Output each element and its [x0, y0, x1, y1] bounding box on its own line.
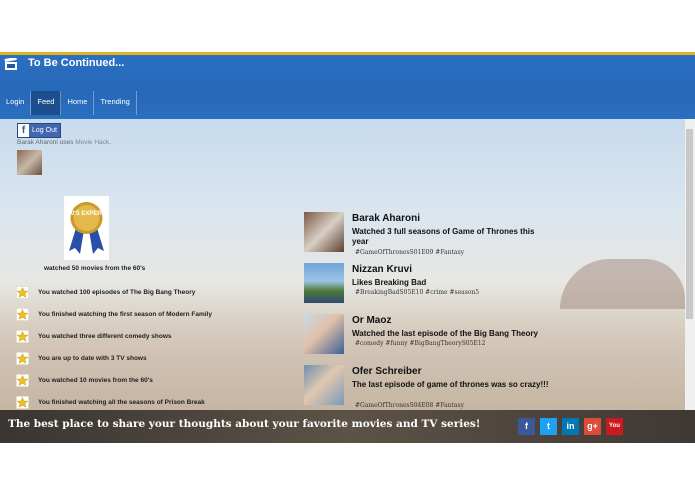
clapperboard-icon: [4, 58, 17, 70]
logout-label: Log Out: [32, 127, 57, 134]
star-icon: [16, 307, 29, 321]
achievement-item: You watched 100 episodes of The Big Bang…: [16, 281, 212, 303]
post-text: Likes Breaking Bad: [352, 278, 427, 287]
achievement-text: You are up to date with 3 TV shows: [38, 354, 147, 362]
achievement-list: You watched 100 episodes of The Big Bang…: [16, 281, 212, 410]
googleplus-icon[interactable]: g+: [584, 418, 601, 435]
star-icon: [16, 373, 29, 387]
badge-caption: watched 50 movies from the 60's: [44, 265, 146, 272]
achievement-item: You are up to date with 3 TV shows: [16, 347, 212, 369]
achievement-item: You watched three different comedy shows: [16, 325, 212, 347]
post-text: The last episode of game of thrones was …: [352, 380, 549, 389]
nav-home[interactable]: Home: [61, 91, 95, 115]
post-tags[interactable]: #GameOfThronesS01E09 #Fantasy: [355, 249, 464, 256]
achievement-text: You finished watching all the seasons of…: [38, 398, 205, 406]
achievement-item: You finished watching all the seasons of…: [16, 391, 212, 410]
post-avatar[interactable]: [304, 365, 344, 405]
post-author[interactable]: Nizzan Kruvi: [352, 264, 412, 275]
main-content: f Log Out Barak Aharoni uses Movie Hack.…: [0, 119, 685, 410]
post-text: Watched 3 full seasons of Game of Throne…: [352, 227, 535, 246]
star-icon: [16, 395, 29, 409]
post-tags[interactable]: #comedy #funny #BigBangTheoryS05E12: [355, 340, 485, 347]
achievement-text: You watched three different comedy shows: [38, 332, 172, 340]
scrollbar-thumb[interactable]: [686, 129, 693, 319]
nav-trending[interactable]: Trending: [94, 91, 137, 115]
usage-word: uses: [57, 139, 76, 146]
post-tags[interactable]: #BreakingBadS05E10 #crime #season5: [355, 289, 479, 296]
activity-feed: Barak Aharoni Watched 3 full seasons of …: [304, 212, 574, 410]
achievement-item: You finished watching the first season o…: [16, 303, 212, 325]
user-avatar[interactable]: [17, 150, 42, 175]
usage-user[interactable]: Barak Aharoni: [17, 139, 58, 146]
post-author[interactable]: Ofer Schreiber: [352, 366, 421, 377]
expert-badge: 60'S EXPERT: [64, 196, 109, 260]
app-title[interactable]: To Be Continued...: [28, 57, 124, 69]
star-icon: [16, 351, 29, 365]
facebook-icon: f: [18, 124, 29, 137]
post-author[interactable]: Barak Aharoni: [352, 213, 420, 224]
achievement-text: You finished watching the first season o…: [38, 310, 212, 318]
nav-login[interactable]: Login: [0, 91, 32, 115]
star-icon: [16, 285, 29, 299]
usage-end: .: [109, 139, 111, 146]
achievement-text: You watched 10 movies from the 60's: [38, 376, 153, 384]
post-author[interactable]: Or Maoz: [352, 315, 391, 326]
facebook-logout-button[interactable]: f Log Out: [17, 123, 61, 138]
post-avatar[interactable]: [304, 212, 344, 252]
twitter-icon[interactable]: t: [540, 418, 557, 435]
background-rock: [560, 259, 685, 309]
post-avatar[interactable]: [304, 263, 344, 303]
ribbon-icon: 60'S EXPERT: [68, 202, 106, 254]
badge-text: 60'S EXPERT: [68, 211, 106, 217]
facebook-icon[interactable]: f: [518, 418, 535, 435]
feed-post: Nizzan Kruvi Likes Breaking Bad #Breakin…: [304, 263, 574, 314]
post-tags[interactable]: #GameOfThronesS04E08 #Fantasy: [355, 402, 464, 409]
app-usage-line: Barak Aharoni uses Movie Hack.: [17, 139, 111, 146]
achievement-text: You watched 100 episodes of The Big Bang…: [38, 288, 196, 296]
app-header: To Be Continued... Login Feed Home Trend…: [0, 55, 695, 119]
footer-bar: The best place to share your thoughts ab…: [0, 410, 695, 443]
main-nav: Login Feed Home Trending: [0, 91, 137, 115]
star-icon: [16, 329, 29, 343]
post-text: Watched the last episode of the Big Bang…: [352, 329, 538, 338]
linkedin-icon[interactable]: in: [562, 418, 579, 435]
post-avatar[interactable]: [304, 314, 344, 354]
usage-app-link[interactable]: Movie Hack: [75, 139, 109, 146]
achievement-item: You watched 10 movies from the 60's: [16, 369, 212, 391]
nav-feed[interactable]: Feed: [31, 91, 62, 115]
footer-tagline: The best place to share your thoughts ab…: [8, 418, 481, 430]
feed-post: Barak Aharoni Watched 3 full seasons of …: [304, 212, 574, 263]
youtube-icon[interactable]: You: [606, 418, 623, 435]
feed-post: Or Maoz Watched the last episode of the …: [304, 314, 574, 365]
vertical-scrollbar[interactable]: [685, 119, 695, 410]
feed-post: Ofer Schreiber The last episode of game …: [304, 365, 574, 410]
